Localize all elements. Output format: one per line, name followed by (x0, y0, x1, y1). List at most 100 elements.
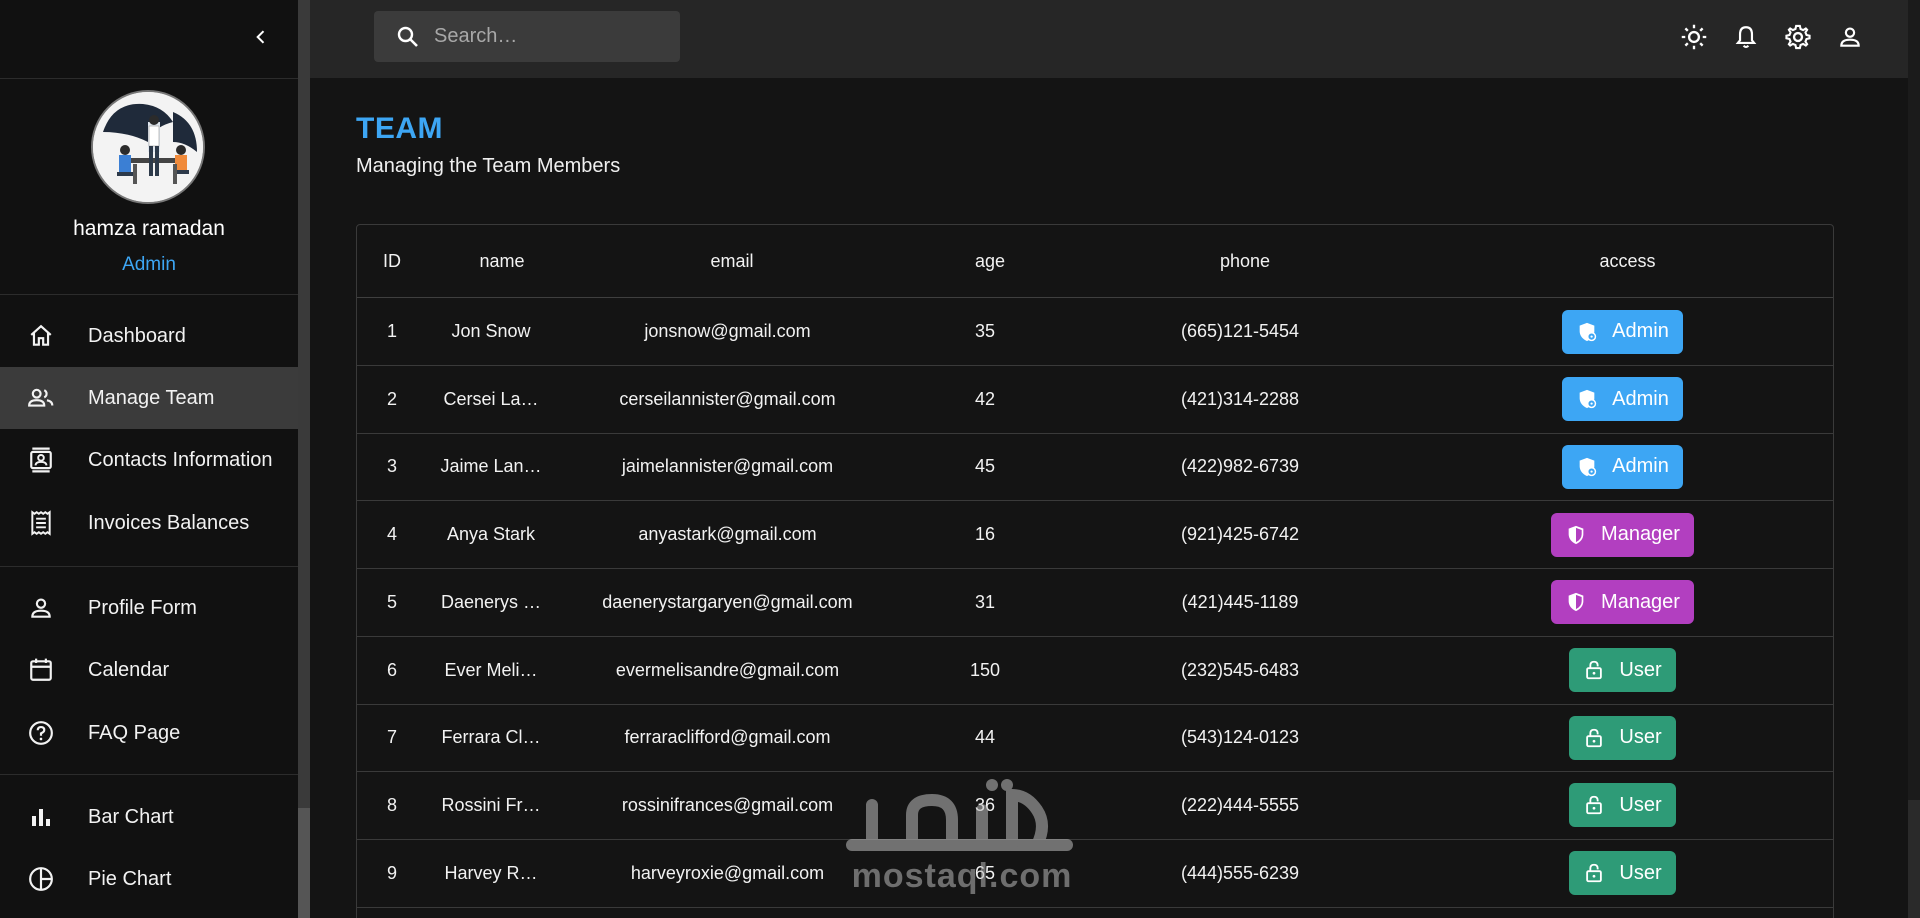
security-icon (1568, 525, 1584, 544)
cell-email: rossinifrances@gmail.com (621, 794, 834, 815)
access-badge-user[interactable]: User (1569, 783, 1676, 828)
cell-access: User (1410, 637, 1833, 704)
receipt-icon (27, 509, 55, 537)
cell-phone: (421)445-1189 (1181, 591, 1299, 612)
table-row[interactable]: 3 Jaime Lan… jaimelannister@gmail.com 45 (42… (357, 433, 1833, 502)
name-text: Jaime Lan… (440, 456, 542, 477)
cell-access: Manager (1410, 501, 1833, 568)
name-text: Daenerys … (440, 591, 542, 612)
table-row[interactable]: 4 Anya Stark anyastark@gmail.com 16 (921)425… (357, 501, 1833, 570)
name-text: Rossini Fr… (441, 794, 541, 815)
cell-age: 150 (969, 659, 1001, 680)
table-row[interactable]: 2 Cersei La… cerseilannister@gmail.com 42 (4… (357, 366, 1833, 434)
access-badge-user[interactable]: User (1569, 715, 1676, 760)
access-label: User (1619, 726, 1662, 749)
sidebar-item-label: Pie Chart (88, 867, 172, 890)
page-title: TEAM (356, 112, 443, 145)
cell-name: Jaime Lan… (427, 433, 555, 500)
access-badge-user[interactable]: User (1569, 648, 1676, 692)
access-badge-manager[interactable]: Manager (1551, 512, 1694, 557)
sidebar-item-label: Bar Chart (88, 805, 174, 828)
sidebar: hamza ramadan Admin Dashboard Manage Tea… (0, 0, 298, 918)
collapse-sidebar-button[interactable] (246, 22, 276, 52)
cell-id: 7 (386, 727, 397, 748)
cell-access: Admin (1410, 298, 1833, 365)
cell-email: daenerystargaryen@gmail.com (602, 591, 853, 612)
table-row[interactable]: 6 Ever Meli… evermelisandre@gmail.com 150 (2… (357, 637, 1833, 705)
table-header: ID name email age phone access (357, 225, 1833, 298)
sidebar-item-bar-chart[interactable]: Bar Chart (0, 786, 298, 848)
access-badge-admin[interactable]: Admin (1562, 309, 1683, 354)
cell-name: Daenerys … (427, 569, 555, 636)
column-header-phone[interactable]: phone (1075, 225, 1415, 297)
account-icon[interactable] (1835, 22, 1865, 52)
lock-open-icon (1586, 660, 1603, 680)
search-icon[interactable] (396, 25, 420, 49)
name-text: Ferrara Cl… (441, 727, 541, 748)
cell-email: ferraraclifford@gmail.com (624, 727, 831, 748)
cell-id: 2 (386, 388, 397, 409)
cell-age: 65 (974, 862, 996, 883)
access-label: Manager (1601, 523, 1680, 546)
lock-open-icon (1586, 863, 1603, 883)
cell-name: Cersei La… (427, 366, 555, 433)
sidebar-item-dashboard[interactable]: Dashboard (0, 305, 298, 367)
page-scrollbar[interactable] (1908, 0, 1920, 918)
cell-phone: (444)555-6239 (1180, 862, 1300, 883)
column-header-access[interactable]: access (1415, 225, 1833, 297)
light-mode-icon[interactable] (1679, 22, 1709, 52)
search-input[interactable] (434, 11, 670, 62)
chevron-left-icon (256, 30, 265, 44)
cell-name: Anya Stark (427, 501, 555, 568)
access-badge-admin[interactable]: Admin (1562, 444, 1683, 489)
cell-email: evermelisandre@gmail.com (615, 659, 840, 680)
cell-id: 4 (386, 524, 397, 545)
sidebar-scrollbar[interactable] (298, 0, 310, 918)
sidebar-divider (0, 294, 298, 295)
cell-phone: (422)982-6739 (1180, 456, 1300, 477)
sidebar-item-invoices-balances[interactable]: Invoices Balances (0, 492, 298, 554)
user-role: Admin (122, 254, 176, 275)
table-row[interactable]: 1 Jon Snow jonsnow@gmail.com 35 (665)121-545… (357, 298, 1833, 366)
column-header-id[interactable]: ID (357, 225, 427, 297)
cell-email: harveyroxie@gmail.com (630, 862, 825, 883)
cell-access: User (1410, 704, 1833, 771)
sidebar-item-label: Invoices Balances (88, 511, 250, 534)
access-badge-manager[interactable]: Manager (1551, 580, 1694, 625)
cell-access: Manager (1410, 569, 1833, 636)
sidebar-item-label: Contacts Information (88, 448, 273, 471)
table-row[interactable]: 9 Harvey R… harveyroxie@gmail.com 65 (444)55… (357, 840, 1833, 908)
cell-name: Harvey R… (427, 840, 555, 907)
table-row[interactable]: 5 Daenerys … daenerystargaryen@gmail.com 31… (357, 569, 1833, 637)
table-row[interactable]: 7 Ferrara Cl… ferraraclifford@gmail.com 44 (… (357, 704, 1833, 773)
sidebar-item-calendar[interactable]: Calendar (0, 639, 298, 701)
cell-id: 9 (386, 862, 397, 883)
bar-chart-icon (27, 803, 55, 831)
cell-age: 35 (974, 321, 996, 341)
access-badge-user[interactable]: User (1569, 851, 1676, 896)
cell-name: Rossini Fr… (427, 772, 555, 839)
sidebar-item-manage-team[interactable]: Manage Team (0, 367, 298, 429)
notifications-icon[interactable] (1731, 22, 1761, 52)
app-root: hamza ramadan Admin Dashboard Manage Tea… (0, 0, 1920, 918)
avatar-illustration (93, 92, 203, 202)
access-badge-admin[interactable]: Admin (1562, 377, 1683, 422)
table-row[interactable]: 8 Rossini Fr… rossinifrances@gmail.com 36 (2… (357, 772, 1833, 840)
sidebar-item-faq-page[interactable]: FAQ Page (0, 702, 298, 764)
sidebar-item-contacts-information[interactable]: Contacts Information (0, 429, 298, 491)
column-header-age[interactable]: age (905, 225, 1075, 297)
sidebar-item-pie-chart[interactable]: Pie Chart (0, 848, 298, 910)
sidebar-item-profile-form[interactable]: Profile Form (0, 577, 298, 639)
cell-email: anyastark@gmail.com (638, 524, 817, 545)
name-text: Anya Stark (446, 524, 536, 545)
column-header-email[interactable]: email (577, 225, 887, 297)
cell-age: 45 (974, 456, 996, 477)
cell-access: Admin (1410, 366, 1833, 433)
cell-phone: (921)425-6742 (1180, 524, 1300, 545)
contacts-icon (27, 446, 55, 474)
name-text: Cersei La… (443, 388, 539, 409)
column-header-name[interactable]: name (427, 225, 577, 297)
sidebar-item-label: Profile Form (88, 596, 197, 619)
cell-phone: (222)444-5555 (1180, 794, 1300, 815)
settings-icon[interactable] (1783, 22, 1813, 52)
